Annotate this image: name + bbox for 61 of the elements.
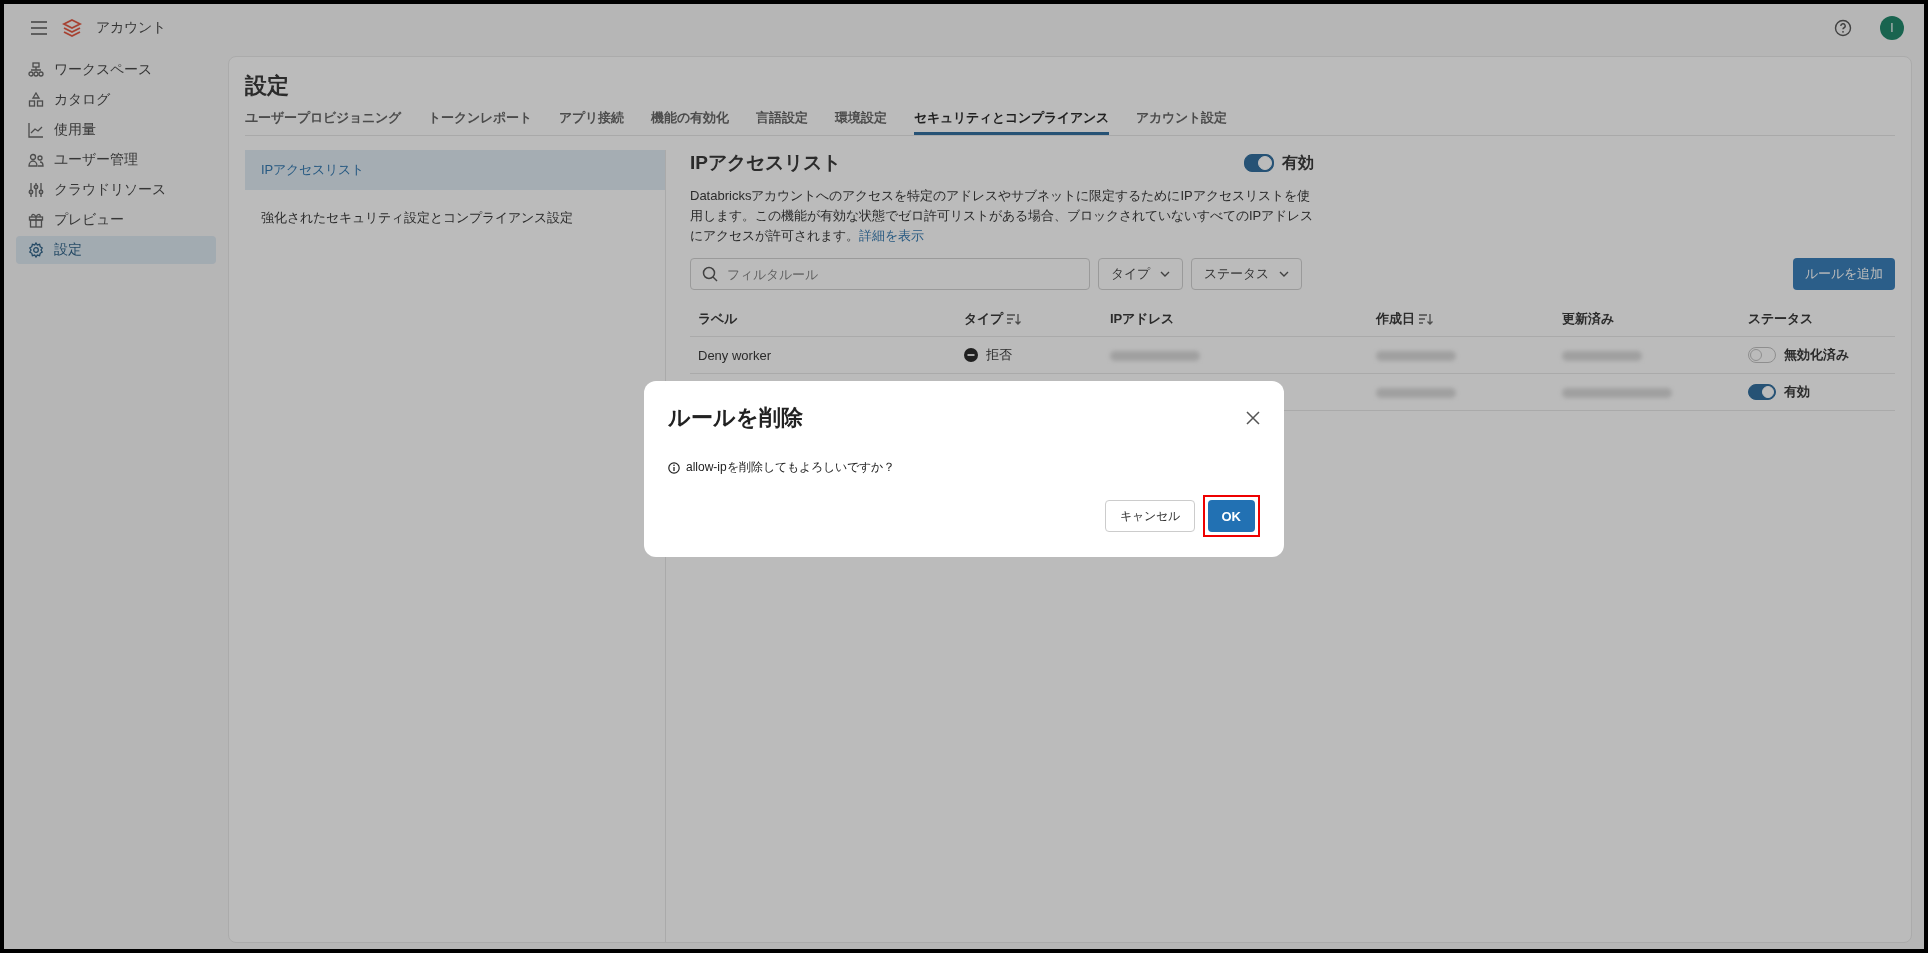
account-title: アカウント xyxy=(96,19,166,37)
column-header: ステータス xyxy=(1748,310,1813,328)
sidebar-item[interactable]: プレビュー xyxy=(16,206,216,234)
section-title: IPアクセスリスト xyxy=(690,151,842,175)
sidebar-item[interactable]: ユーザー管理 xyxy=(16,146,216,174)
status-label: 有効 xyxy=(1784,383,1810,401)
tab[interactable]: 環境設定 xyxy=(835,107,887,135)
column-header: 作成日 xyxy=(1376,310,1415,328)
gear-icon xyxy=(28,242,44,258)
table-cell: 拒否 xyxy=(986,345,1012,364)
column-header: 更新済み xyxy=(1562,310,1614,328)
dialog-message: allow-ipを削除してもよろしいですか？ xyxy=(686,459,895,476)
workspace-icon xyxy=(28,62,44,78)
subnav-item[interactable]: 強化されたセキュリティ設定とコンプライアンス設定 xyxy=(245,198,665,238)
status-label: 無効化済み xyxy=(1784,346,1849,364)
sidebar-item[interactable]: ワークスペース xyxy=(16,56,216,84)
filter-dropdown[interactable]: タイプ xyxy=(1098,258,1183,290)
filter-dropdown[interactable]: ステータス xyxy=(1191,258,1302,290)
filter-field[interactable]: フィルタルール xyxy=(690,258,1090,290)
close-icon[interactable] xyxy=(1246,411,1260,425)
page-title: 設定 xyxy=(245,72,290,100)
ok-button[interactable]: OK xyxy=(1207,500,1255,532)
status-toggle[interactable] xyxy=(1748,384,1776,400)
sidebar-item[interactable]: カタログ xyxy=(16,86,216,114)
tab[interactable]: トークンレポート xyxy=(428,107,532,135)
sidebar-item[interactable]: クラウドリソース xyxy=(16,176,216,204)
sort-icon[interactable] xyxy=(1419,313,1433,325)
tab[interactable]: セキュリティとコンプライアンス xyxy=(914,107,1109,135)
cancel-button[interactable]: キャンセル xyxy=(1104,500,1195,532)
column-header: IPアドレス xyxy=(1110,310,1175,328)
dialog-title: ルールを削除 xyxy=(668,404,803,432)
help-icon[interactable] xyxy=(1834,19,1852,37)
table-cell: Deny worker xyxy=(698,347,771,363)
tab[interactable]: アプリ接続 xyxy=(559,107,624,135)
sidebar-item[interactable]: 設定 xyxy=(16,236,216,264)
user-avatar[interactable]: I xyxy=(1880,16,1904,40)
tab[interactable]: 機能の有効化 xyxy=(651,107,729,135)
menu-icon[interactable] xyxy=(30,21,48,35)
tab[interactable]: ユーザープロビジョニング xyxy=(245,107,401,135)
sort-icon[interactable] xyxy=(1007,313,1021,325)
toggle-switch[interactable] xyxy=(1244,154,1274,172)
catalog-icon xyxy=(28,92,44,108)
usage-icon xyxy=(28,122,44,138)
description-text: Databricksアカウントへのアクセスを特定のアドレスやサブネットに限定するためにIPアクセスリストを使用します。この機能が有効な状態でゼロ許可リストがある場合、ブロックされていないすべてのIPアドレスにアクセスが許可されます。詳細を表示 xyxy=(690,187,1315,245)
logo-icon xyxy=(62,18,82,38)
tab[interactable]: 言語設定 xyxy=(756,107,808,135)
status-toggle[interactable] xyxy=(1748,347,1776,363)
info-icon xyxy=(668,461,680,474)
gift-icon xyxy=(28,212,44,228)
tab[interactable]: アカウント設定 xyxy=(1136,107,1227,135)
users-icon xyxy=(28,152,44,168)
subnav-item[interactable]: IPアクセスリスト xyxy=(245,150,665,190)
caret-icon xyxy=(1279,271,1289,277)
toggle-label: 有効 xyxy=(1282,152,1314,173)
details-link[interactable]: 詳細を表示 xyxy=(859,228,924,243)
column-header: ラベル xyxy=(698,310,737,328)
caret-icon xyxy=(1160,271,1170,277)
deny-icon xyxy=(964,347,978,362)
column-header: タイプ xyxy=(964,310,1003,328)
add-rule-button[interactable]: ルールを追加 xyxy=(1793,258,1895,290)
sidebar-item[interactable]: 使用量 xyxy=(16,116,216,144)
